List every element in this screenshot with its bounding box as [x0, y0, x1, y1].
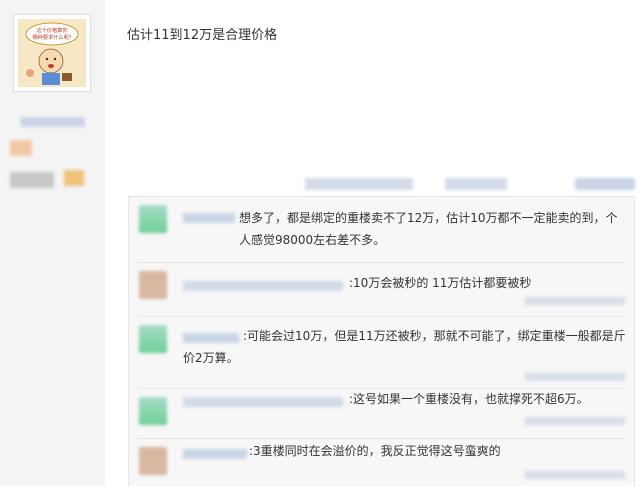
comment-meta — [525, 471, 625, 479]
level-badge — [10, 140, 32, 156]
comment-text: :这号如果一个重楼没有，也就撑死不超6万。 — [349, 389, 589, 409]
svg-text:哪种要求什么呢?: 哪种要求什么呢? — [32, 33, 71, 41]
comment-text: :3重楼同时在会溢价的，我反正觉得这号蛮爽的 — [249, 441, 501, 461]
post-main: 估计11到12万是合理价格 想多了，都是绑定的重楼卖不了12万，估计10万都不一… — [105, 0, 640, 486]
comment-item: 想多了，都是绑定的重楼卖不了12万，估计10万都不一定能卖的到，个人感觉9800… — [129, 197, 634, 263]
comment-meta — [525, 373, 625, 381]
comment-item: :可能会过10万，但是11万还被秒，那就不可能了，绑定重楼一般都是斤价2万算。 — [129, 317, 634, 389]
comment-avatar[interactable] — [139, 205, 167, 233]
svg-text:这个价格算你: 这个价格算你 — [36, 26, 67, 34]
comment-text: 想多了，都是绑定的重楼卖不了12万，估计10万都不一定能卖的到，个人感觉9800… — [239, 207, 623, 251]
comment-text-content: 想多了，都是绑定的重楼卖不了12万，估计10万都不一定能卖的到，个人感觉9800… — [239, 211, 618, 247]
comment-text-content: :3重楼同时在会溢价的，我反正觉得这号蛮爽的 — [249, 444, 501, 458]
post-content: 估计11到12万是合理价格 — [127, 28, 278, 43]
comment-meta — [525, 417, 625, 425]
comment-text: :10万会被秒的 11万估计都要被秒 — [349, 273, 531, 293]
comment-avatar[interactable] — [139, 325, 167, 353]
post-footer-meta — [445, 178, 507, 190]
comment-username[interactable] — [183, 213, 235, 223]
comment-avatar[interactable] — [139, 271, 167, 299]
user-sidebar: 这个价格算你 哪种要求什么呢? — [0, 0, 105, 486]
post-reply-link[interactable] — [575, 178, 635, 190]
user-badge — [64, 170, 84, 186]
comment-item: :10万会被秒的 11万估计都要被秒 — [129, 263, 634, 317]
comment-avatar[interactable] — [139, 447, 167, 475]
comment-meta — [525, 297, 625, 305]
comment-username[interactable] — [183, 397, 343, 407]
comment-text-content: :10万会被秒的 11万估计都要被秒 — [349, 276, 532, 290]
user-meta — [10, 172, 54, 188]
avatar-image: 这个价格算你 哪种要求什么呢? — [18, 19, 86, 87]
comment-item: :这号如果一个重楼没有，也就撑死不超6万。 — [129, 389, 634, 439]
comment-username[interactable] — [183, 449, 247, 459]
comment-username[interactable] — [183, 281, 343, 291]
avatar-cartoon-icon: 这个价格算你 哪种要求什么呢? — [18, 19, 86, 87]
avatar[interactable]: 这个价格算你 哪种要求什么呢? — [13, 14, 91, 92]
comment-item: :3重楼同时在会溢价的，我反正觉得这号蛮爽的 — [129, 439, 634, 487]
comment-list: 想多了，都是绑定的重楼卖不了12万，估计10万都不一定能卖的到，个人感觉9800… — [128, 196, 635, 486]
comment-avatar[interactable] — [139, 397, 167, 425]
comment-text-content: :可能会过10万，但是11万还被秒，那就不可能了，绑定重楼一般都是斤价2万算。 — [183, 329, 626, 365]
comment-text-content: :这号如果一个重楼没有，也就撑死不超6万。 — [349, 392, 589, 406]
username[interactable] — [21, 117, 85, 127]
post-footer-meta — [305, 178, 413, 190]
comment-text: :可能会过10万，但是11万还被秒，那就不可能了，绑定重楼一般都是斤价2万算。 — [183, 325, 629, 369]
